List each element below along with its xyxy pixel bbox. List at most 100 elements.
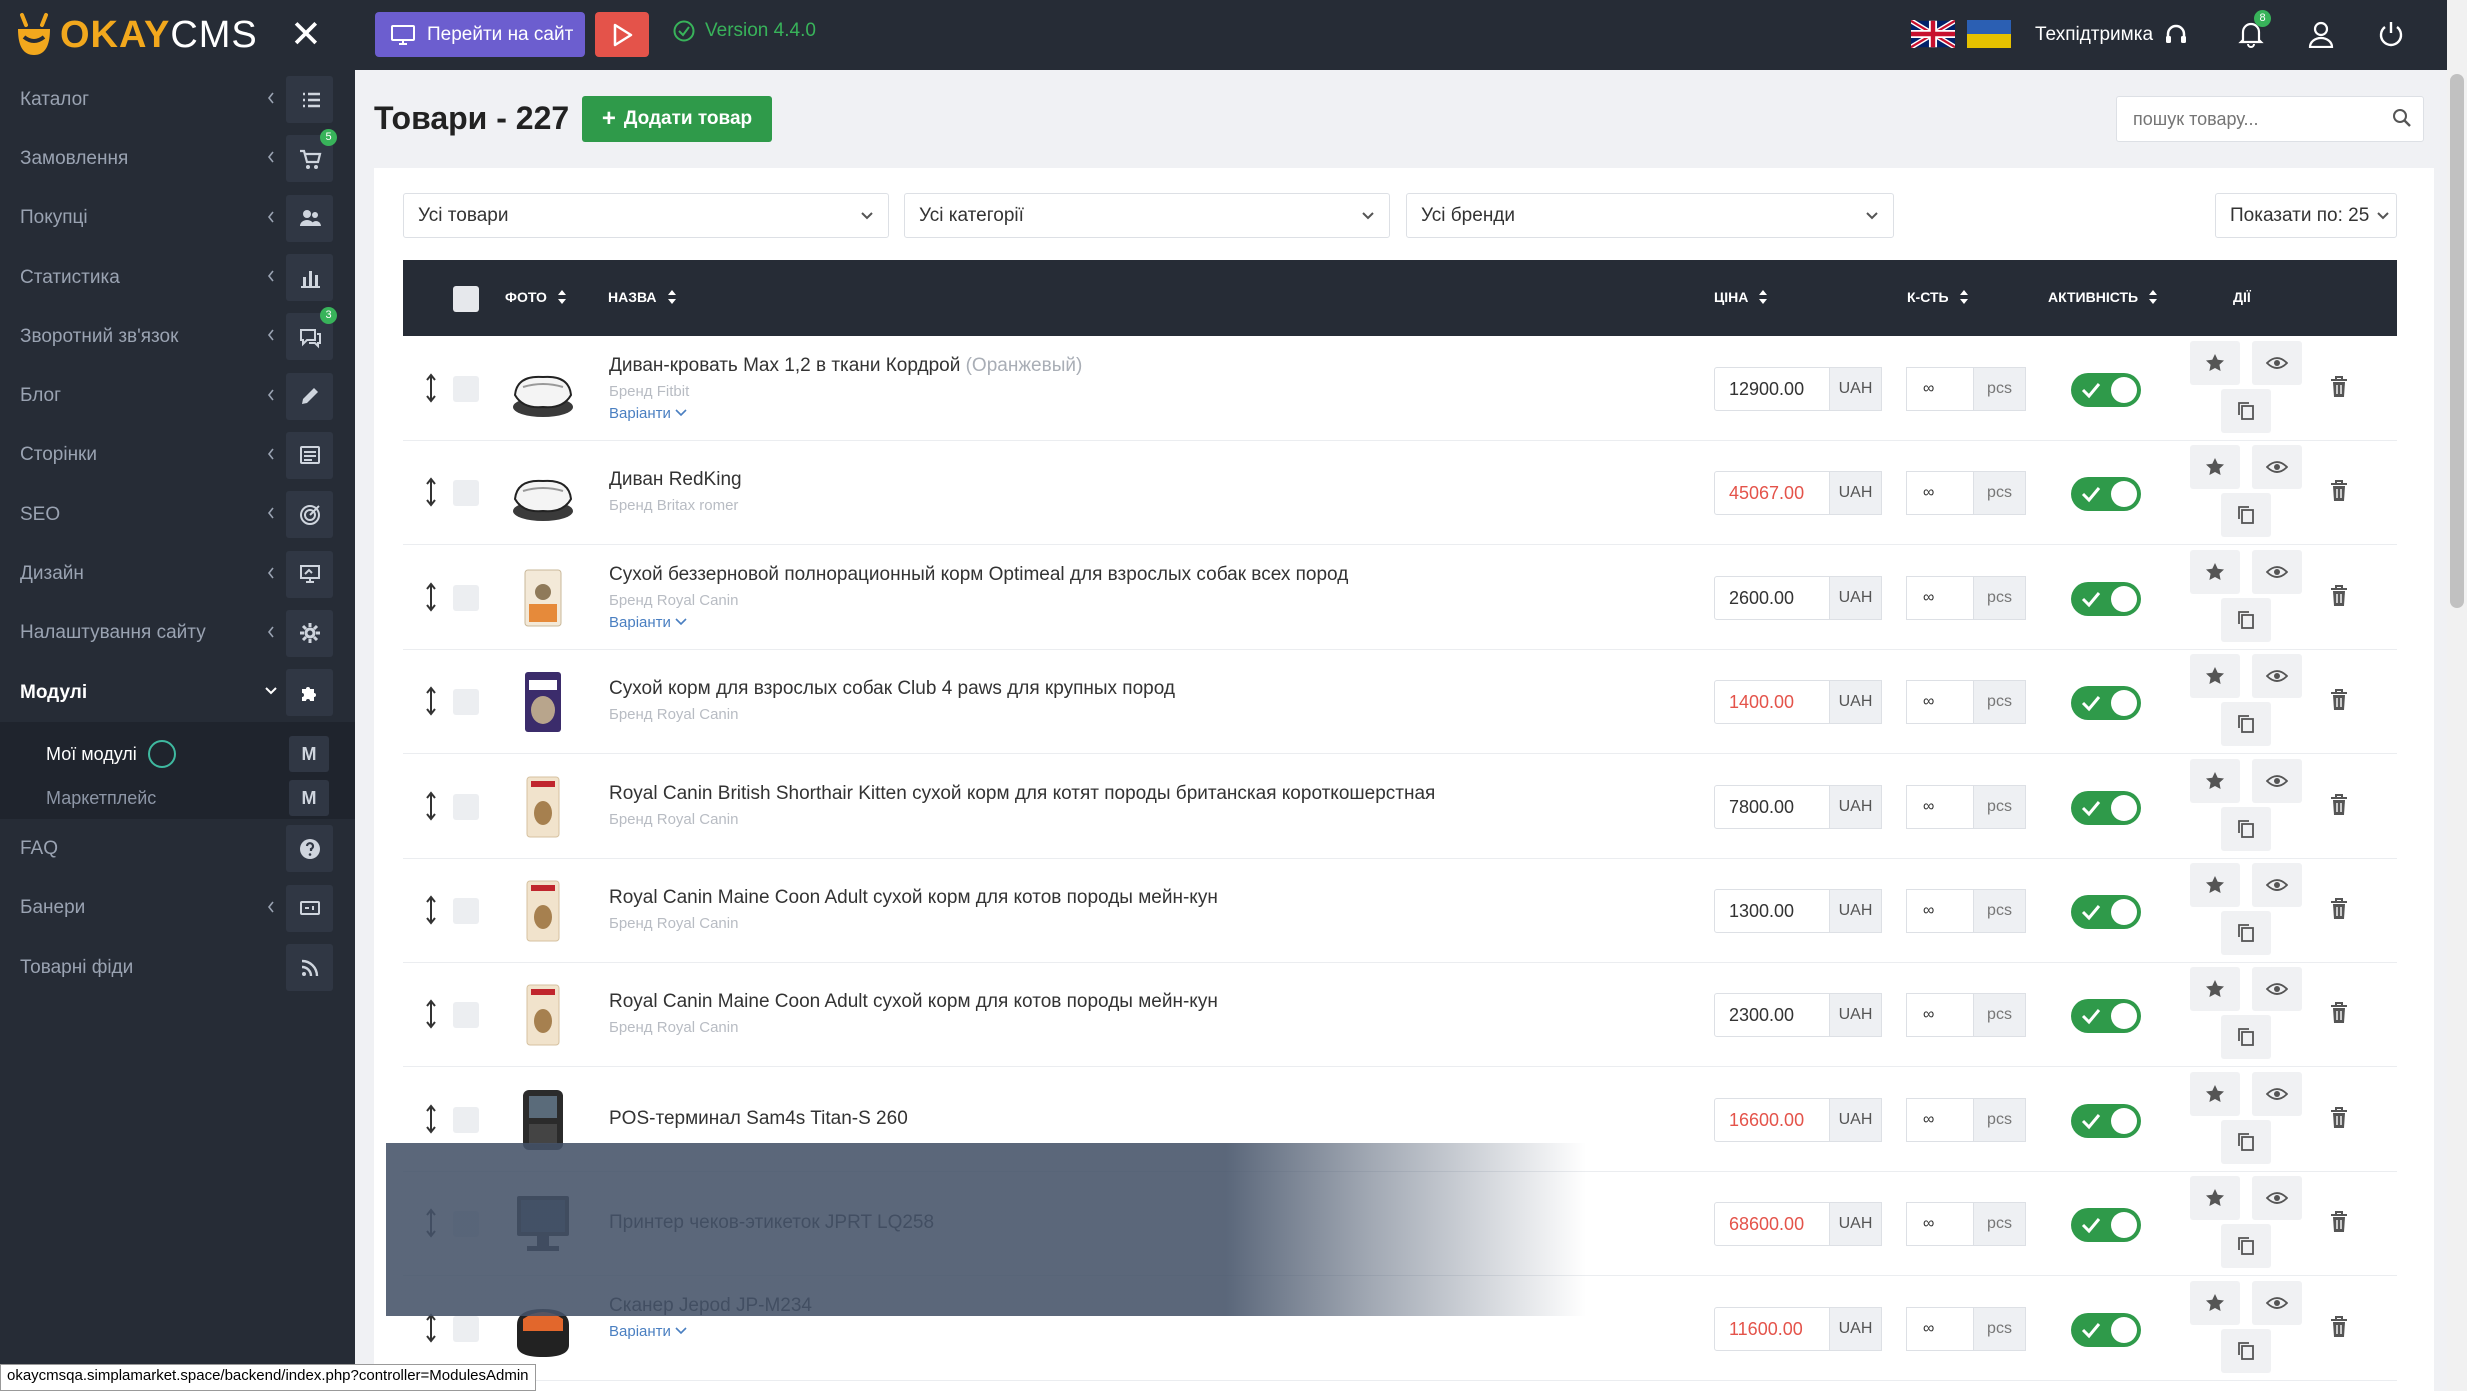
quantity-input[interactable]: ∞	[1906, 1098, 1974, 1142]
notifications-bell-icon[interactable]: 8	[2235, 10, 2271, 50]
column-photo[interactable]: Фото	[505, 289, 567, 305]
sidebar-item-rss[interactable]: Товарні фіди	[0, 938, 355, 997]
delete-trash-icon[interactable]	[2329, 1001, 2349, 1031]
variants-toggle[interactable]: Варіанти	[609, 1323, 687, 1340]
active-toggle[interactable]	[2071, 373, 2141, 407]
duplicate-button[interactable]	[2221, 702, 2271, 746]
sidebar-item-pages[interactable]: Сторінки	[0, 426, 355, 485]
brands-filter-select[interactable]: Усі бренди	[1406, 193, 1894, 238]
drag-handle-icon[interactable]	[425, 686, 437, 722]
drag-handle-icon[interactable]	[425, 373, 437, 409]
sidebar-item-banner[interactable]: Банери	[0, 879, 355, 938]
delete-trash-icon[interactable]	[2329, 688, 2349, 718]
duplicate-button[interactable]	[2221, 598, 2271, 642]
sidebar-item-users[interactable]: Покупці	[0, 189, 355, 248]
quantity-input[interactable]: ∞	[1906, 889, 1974, 933]
logout-power-icon[interactable]	[2375, 18, 2407, 50]
delete-trash-icon[interactable]	[2329, 479, 2349, 509]
close-menu-icon[interactable]: ✕	[290, 16, 322, 54]
active-toggle[interactable]	[2071, 999, 2141, 1033]
product-thumbnail[interactable]	[503, 877, 583, 945]
delete-trash-icon[interactable]	[2329, 1210, 2349, 1240]
delete-trash-icon[interactable]	[2329, 375, 2349, 405]
table-row[interactable]: Диван RedKing Бренд Britax romer 45067.00…	[403, 441, 2397, 545]
product-thumbnail[interactable]	[503, 459, 583, 527]
product-name-link[interactable]: POS-терминал Sam4s Titan-S 260	[609, 1108, 908, 1130]
visit-site-button[interactable]: Перейти на сайт	[375, 12, 585, 57]
featured-star-button[interactable]	[2190, 550, 2240, 594]
table-row[interactable]: Royal Canin British Shorthair Kitten сух…	[403, 755, 2397, 859]
sidebar-item-target[interactable]: SEO	[0, 485, 355, 544]
row-checkbox[interactable]	[453, 376, 479, 402]
product-name-link[interactable]: Royal Canin Maine Coon Adult сухой корм …	[609, 887, 1218, 909]
featured-star-button[interactable]	[2190, 1176, 2240, 1220]
duplicate-button[interactable]	[2221, 911, 2271, 955]
delete-trash-icon[interactable]	[2329, 1315, 2349, 1345]
scrollbar-thumb[interactable]	[2450, 74, 2464, 608]
active-toggle[interactable]	[2071, 1313, 2141, 1347]
price-input[interactable]: 2600.00	[1714, 576, 1830, 620]
drag-handle-icon[interactable]	[425, 999, 437, 1035]
sidebar-item-list[interactable]: Каталог	[0, 70, 355, 129]
column-name[interactable]: Назва	[608, 289, 677, 305]
variants-toggle[interactable]: Варіанти	[609, 614, 687, 631]
duplicate-button[interactable]	[2221, 1120, 2271, 1164]
column-active[interactable]: Активність	[2048, 289, 2158, 305]
product-thumbnail[interactable]	[503, 773, 583, 841]
table-row[interactable]: Сухой беззерновой полнорационный корм Op…	[403, 546, 2397, 650]
flag-en-icon[interactable]	[1909, 18, 1957, 50]
row-checkbox[interactable]	[453, 480, 479, 506]
table-row[interactable]: Royal Canin Maine Coon Adult сухой корм …	[403, 859, 2397, 963]
featured-star-button[interactable]	[2190, 967, 2240, 1011]
view-on-site-button[interactable]	[2252, 967, 2302, 1011]
quantity-input[interactable]: ∞	[1906, 576, 1974, 620]
quantity-input[interactable]: ∞	[1906, 367, 1974, 411]
product-thumbnail[interactable]	[503, 564, 583, 632]
drag-handle-icon[interactable]	[425, 1104, 437, 1140]
view-on-site-button[interactable]	[2252, 1281, 2302, 1325]
price-input[interactable]: 12900.00	[1714, 367, 1830, 411]
quantity-input[interactable]: ∞	[1906, 1202, 1974, 1246]
product-thumbnail[interactable]	[503, 355, 583, 423]
featured-star-button[interactable]	[2190, 759, 2240, 803]
active-toggle[interactable]	[2071, 1104, 2141, 1138]
delete-trash-icon[interactable]	[2329, 897, 2349, 927]
featured-star-button[interactable]	[2190, 654, 2240, 698]
price-input[interactable]: 11600.00	[1714, 1307, 1830, 1351]
quantity-input[interactable]: ∞	[1906, 785, 1974, 829]
video-tutorial-button[interactable]	[595, 12, 649, 57]
drag-handle-icon[interactable]	[425, 582, 437, 618]
sidebar-item-monitor[interactable]: Дизайн	[0, 544, 355, 603]
active-toggle[interactable]	[2071, 477, 2141, 511]
drag-handle-icon[interactable]	[425, 477, 437, 513]
table-row[interactable]: Royal Canin Maine Coon Adult сухой корм …	[403, 963, 2397, 1067]
row-checkbox[interactable]	[453, 1002, 479, 1028]
add-product-button[interactable]: + Додати товар	[582, 96, 772, 142]
price-input[interactable]: 1300.00	[1714, 889, 1830, 933]
sidebar-item-comments[interactable]: Зворотний зв'язок 3	[0, 307, 355, 366]
quantity-input[interactable]: ∞	[1906, 1307, 1974, 1351]
drag-handle-icon[interactable]	[425, 791, 437, 827]
price-input[interactable]: 7800.00	[1714, 785, 1830, 829]
row-checkbox[interactable]	[453, 898, 479, 924]
duplicate-button[interactable]	[2221, 1329, 2271, 1373]
view-on-site-button[interactable]	[2252, 759, 2302, 803]
featured-star-button[interactable]	[2190, 1281, 2240, 1325]
view-on-site-button[interactable]	[2252, 1072, 2302, 1116]
view-on-site-button[interactable]	[2252, 1176, 2302, 1220]
active-toggle[interactable]	[2071, 686, 2141, 720]
product-name-link[interactable]: Royal Canin Maine Coon Adult сухой корм …	[609, 991, 1218, 1013]
duplicate-button[interactable]	[2221, 1015, 2271, 1059]
product-thumbnail[interactable]	[503, 981, 583, 1049]
categories-filter-select[interactable]: Усі категорії	[904, 193, 1390, 238]
sidebar-item-question[interactable]: FAQ	[0, 819, 355, 878]
duplicate-button[interactable]	[2221, 389, 2271, 433]
quantity-input[interactable]: ∞	[1906, 993, 1974, 1037]
active-toggle[interactable]	[2071, 582, 2141, 616]
sidebar-item-puzzle[interactable]: Модулі	[0, 663, 355, 722]
table-row[interactable]: Сухой корм для взрослых собак Club 4 paw…	[403, 650, 2397, 754]
price-input[interactable]: 16600.00	[1714, 1098, 1830, 1142]
active-toggle[interactable]	[2071, 895, 2141, 929]
product-name-link[interactable]: Royal Canin British Shorthair Kitten сух…	[609, 783, 1435, 805]
drag-handle-icon[interactable]	[425, 895, 437, 931]
